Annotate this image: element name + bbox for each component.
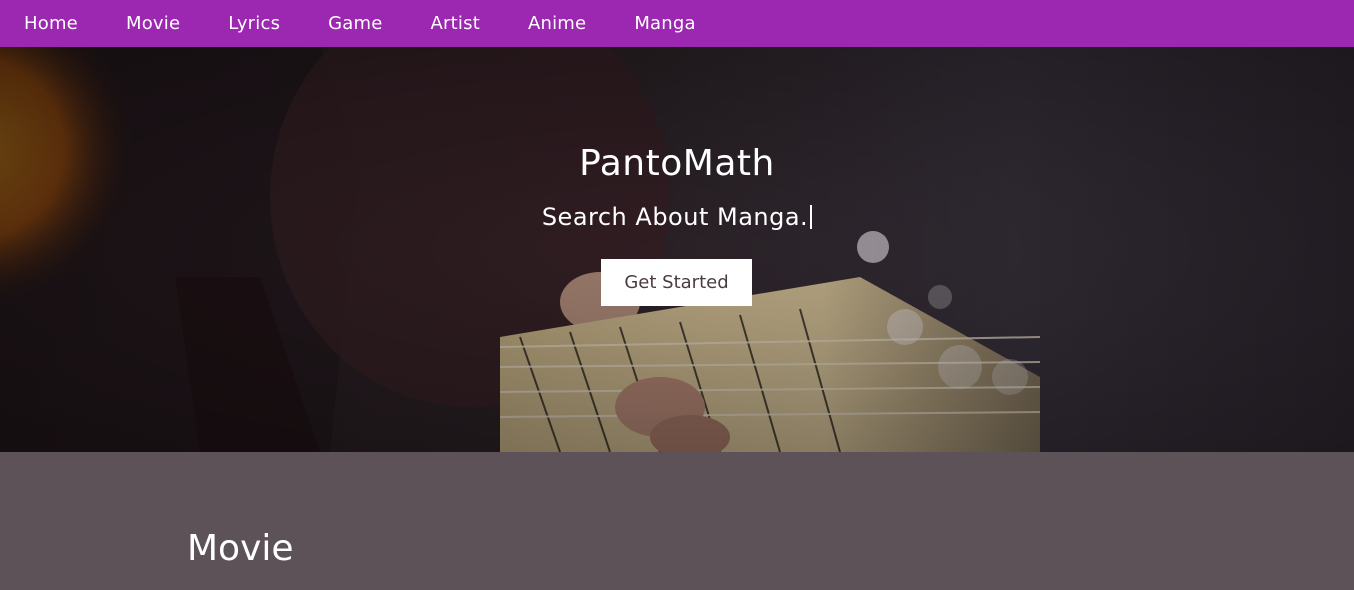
nav-artist-link[interactable]: Artist xyxy=(407,0,504,47)
nav-anime-link[interactable]: Anime xyxy=(504,0,610,47)
hero-title: PantoMath xyxy=(579,143,775,184)
nav-home-link[interactable]: Home xyxy=(0,0,102,47)
nav-game-link[interactable]: Game xyxy=(304,0,406,47)
nav-movie-link[interactable]: Movie xyxy=(102,0,204,47)
typing-cursor xyxy=(810,205,813,229)
top-navbar: Home Movie Lyrics Game Artist Anime Mang… xyxy=(0,0,1354,47)
section-title: Movie xyxy=(187,528,294,569)
nav-lyrics-link[interactable]: Lyrics xyxy=(204,0,304,47)
hero-subtitle: Search About Manga. xyxy=(0,203,1354,231)
nav-manga-link[interactable]: Manga xyxy=(610,0,719,47)
hero-content: PantoMath Search About Manga. Get Starte… xyxy=(0,47,1354,452)
hero-subtitle-text: Search About Manga. xyxy=(541,203,809,231)
hero-banner: PantoMath Search About Manga. Get Starte… xyxy=(0,47,1354,452)
movie-section: Movie xyxy=(0,452,1354,590)
get-started-button[interactable]: Get Started xyxy=(601,259,752,306)
